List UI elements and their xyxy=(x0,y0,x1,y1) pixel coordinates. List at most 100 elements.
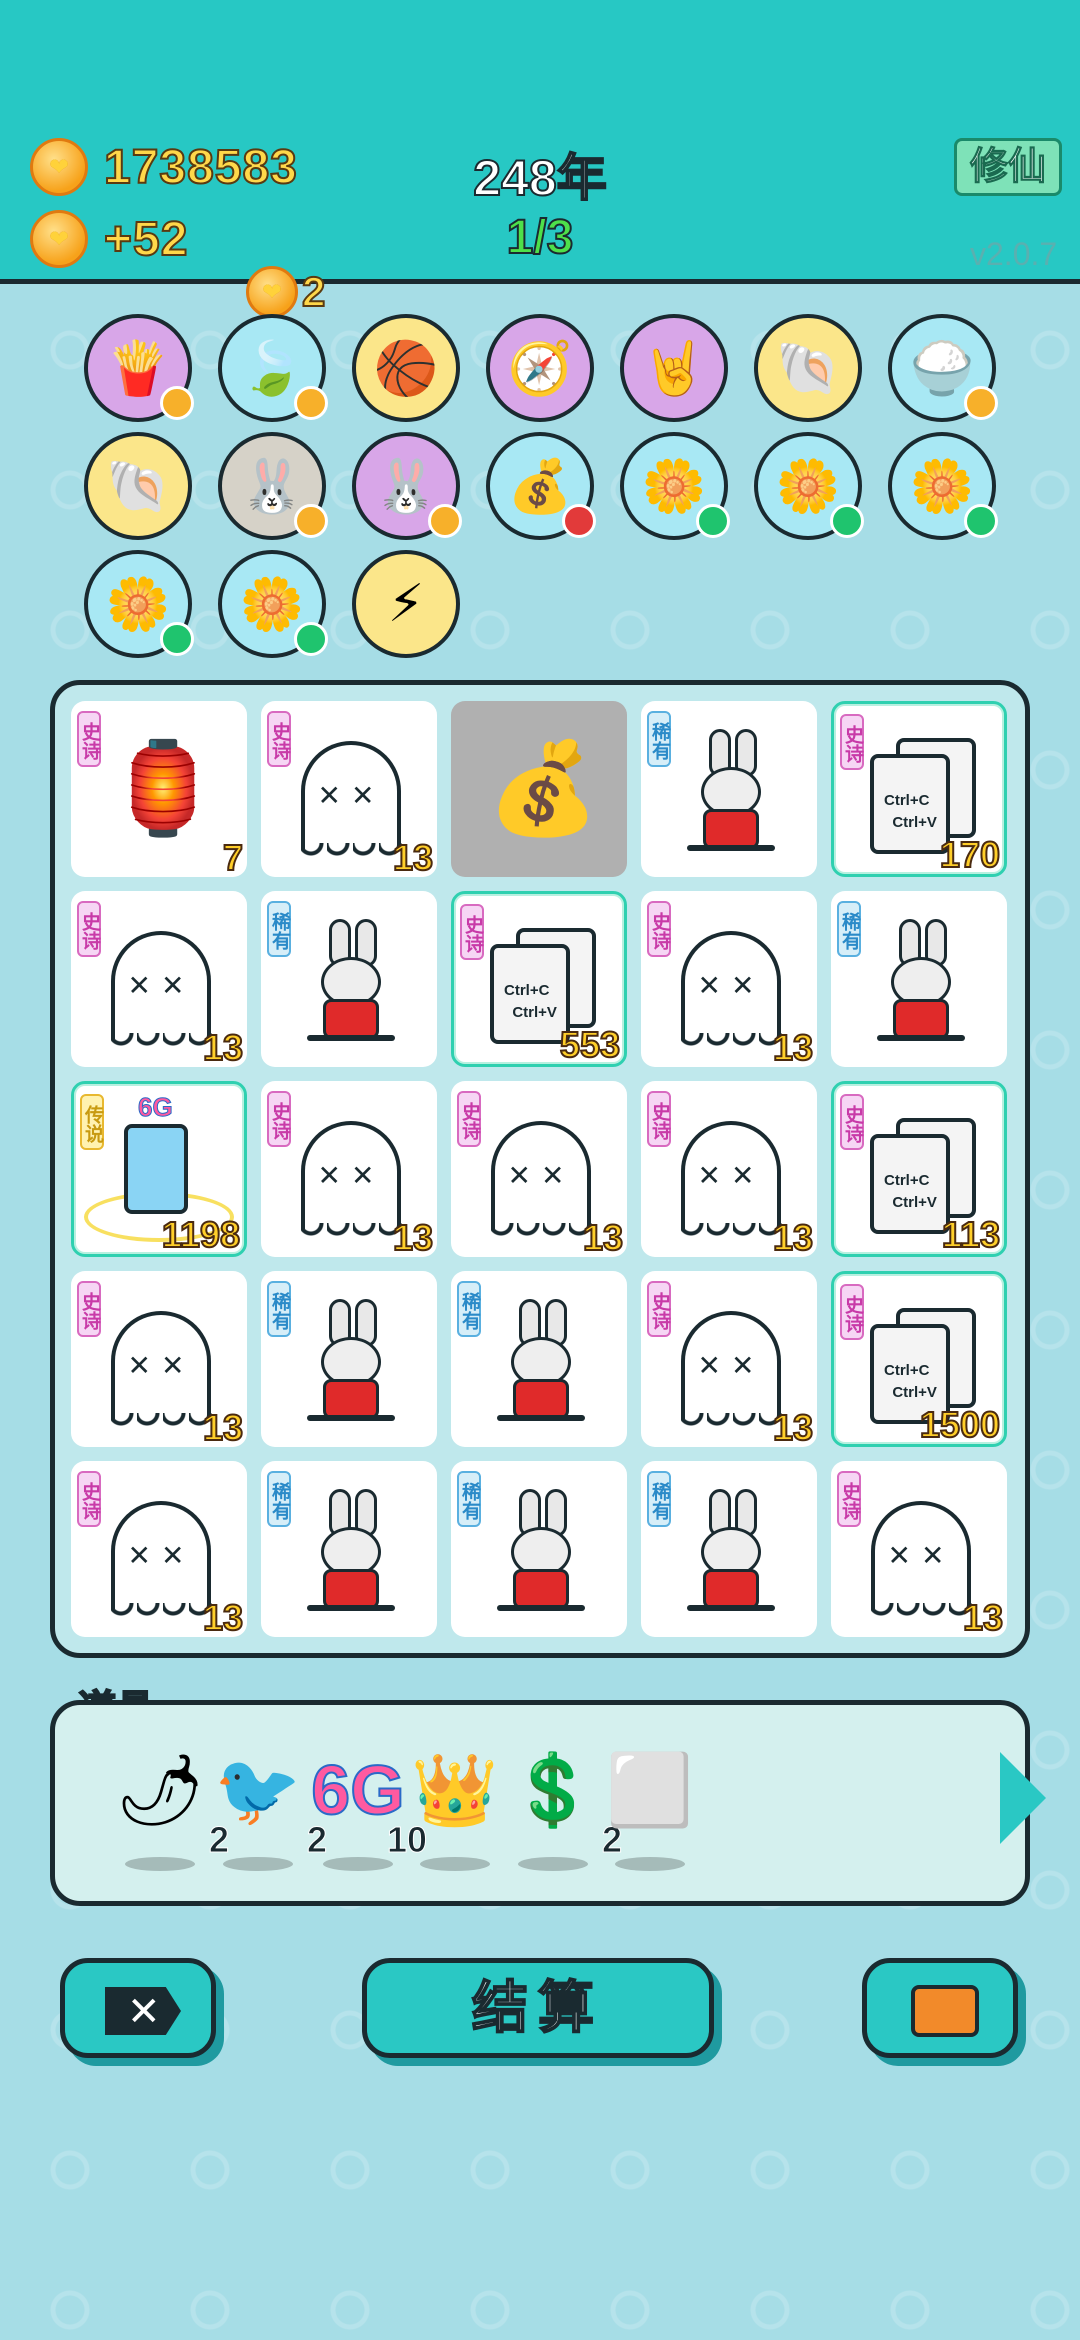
rarity-tag: 史诗 xyxy=(647,1281,671,1337)
copy-label: Ctrl+C xyxy=(884,1362,930,1379)
board-tile-ghost[interactable]: ✕✕ 史诗 13 xyxy=(831,1461,1007,1639)
rarity-tag: 稀有 xyxy=(267,1281,291,1337)
ghost-icon: ✕✕ xyxy=(301,741,405,859)
tile-value: 13 xyxy=(772,1026,814,1069)
potted-flower-icon[interactable]: 🌼 xyxy=(620,432,730,540)
tile-value: 1500 xyxy=(919,1403,1001,1446)
board-tile-copy-paste[interactable]: Ctrl+C Ctrl+V 史诗 1500 xyxy=(831,1271,1007,1447)
tile-value: 1198 xyxy=(161,1213,241,1256)
tile-value: 13 xyxy=(202,1406,244,1449)
props-next-arrow-icon[interactable] xyxy=(1000,1752,1046,1844)
tile-value: 170 xyxy=(939,833,1001,876)
close-button[interactable]: ✕ xyxy=(60,1958,216,2058)
board-tile-copy-paste[interactable]: Ctrl+C Ctrl+V 史诗 170 xyxy=(831,701,1007,877)
frame-icon: ⬜ xyxy=(606,1751,694,1829)
ghost-icon: ✕✕ xyxy=(491,1121,595,1239)
board-tile-fridge[interactable]: 6G 传说 1198 xyxy=(71,1081,247,1257)
rarity-tag: 史诗 xyxy=(267,711,291,767)
board-tile-rabbit[interactable]: 稀有 xyxy=(261,1271,437,1447)
potted-flower-icon[interactable]: 🌼 xyxy=(84,550,194,658)
tile-value: 13 xyxy=(772,1216,814,1259)
board-tile-ghost[interactable]: ✕✕ 史诗 13 xyxy=(641,891,817,1069)
basketballs-icon[interactable]: 🏀 xyxy=(352,314,460,422)
tile-value: 13 xyxy=(392,836,434,879)
board-tile-rabbit[interactable]: 稀有 xyxy=(641,701,817,877)
shell-icon[interactable]: 🐚 xyxy=(754,314,862,422)
dollar-coin-icon: 💲 xyxy=(509,1751,597,1829)
rarity-tag: 史诗 xyxy=(837,1471,861,1527)
rarity-tag: 稀有 xyxy=(837,901,861,957)
prop-item[interactable]: 🐦 2 xyxy=(203,1745,328,1875)
xiuxian-button[interactable]: 修仙 xyxy=(954,138,1062,196)
coin-total: 1738583 xyxy=(103,140,298,195)
board-tile-rabbit[interactable]: 稀有 xyxy=(641,1461,817,1637)
tile-value: 13 xyxy=(582,1216,624,1259)
item-glyph: 🏀 xyxy=(373,339,439,398)
rock-hand-icon[interactable]: 🤘 xyxy=(620,314,728,422)
inventory-bag-button[interactable] xyxy=(862,1958,1018,2058)
rabbit-icon xyxy=(681,729,781,859)
board-tile-rabbit[interactable]: 稀有 xyxy=(451,1461,627,1637)
round-counter: 1/3 xyxy=(506,210,575,265)
board-tile-ghost[interactable]: ✕✕ 史诗 13 xyxy=(261,1081,437,1259)
rabbit-icon[interactable]: 🐰 xyxy=(218,432,328,540)
board-tile-rabbit[interactable]: 稀有 xyxy=(261,1461,437,1637)
item-glyph: 🌼 xyxy=(909,457,975,516)
board-tile-ghost[interactable]: ✕✕ 史诗 13 xyxy=(451,1081,627,1259)
rabbit-icon xyxy=(301,1489,401,1619)
potted-flower-icon[interactable]: 🌼 xyxy=(888,432,998,540)
chili-icon: 🌶 xyxy=(115,1751,205,1829)
shell-icon[interactable]: 🐚 xyxy=(84,432,192,540)
board-tile-ghost[interactable]: ✕✕ 史诗 13 xyxy=(261,701,437,879)
prop-item[interactable]: 6G 10 xyxy=(303,1745,428,1875)
item-glyph: 🐰 xyxy=(373,457,439,516)
board-tile-rabbit[interactable]: 稀有 xyxy=(451,1271,627,1447)
item-glyph: 🐰 xyxy=(239,457,305,516)
paste-label: Ctrl+V xyxy=(892,814,937,831)
bird-icon: 🐦 xyxy=(214,1751,302,1829)
board-tile-rabbit[interactable]: 稀有 xyxy=(261,891,437,1067)
board-tile-ghost[interactable]: ✕✕ 史诗 13 xyxy=(71,1271,247,1449)
item-glyph: 💰 xyxy=(507,457,573,516)
prop-item[interactable]: 💲 2 xyxy=(498,1745,623,1875)
paste-label: Ctrl+V xyxy=(892,1194,937,1211)
cost-coin-icon xyxy=(246,266,298,318)
rice-bowl-icon[interactable]: 🍚 xyxy=(888,314,998,422)
money-bag-icon[interactable]: 💰 xyxy=(486,432,596,540)
board-tile-ghost[interactable]: ✕✕ 史诗 13 xyxy=(641,1271,817,1449)
board-tile-ghost[interactable]: ✕✕ 史诗 13 xyxy=(71,891,247,1069)
board-tile-rabbit-house[interactable]: 🏮 史诗 7 xyxy=(71,701,247,879)
board-tile-ghost[interactable]: ✕✕ 史诗 13 xyxy=(71,1461,247,1639)
rarity-tag: 史诗 xyxy=(840,714,864,770)
settle-button[interactable]: 结算 xyxy=(362,1958,714,2058)
prop-item[interactable]: ⬜ xyxy=(595,1745,705,1875)
potted-flower-icon[interactable]: 🌼 xyxy=(754,432,864,540)
item-glyph: 🌼 xyxy=(105,575,171,634)
board-tile-copy-paste[interactable]: Ctrl+C Ctrl+V 史诗 113 xyxy=(831,1081,1007,1257)
board-tile-coin-pile[interactable]: 💰 xyxy=(451,701,627,877)
potted-flower-icon[interactable]: 🌼 xyxy=(218,550,328,658)
tile-value: 113 xyxy=(941,1213,1001,1256)
paste-label: Ctrl+V xyxy=(892,1384,937,1401)
board-tile-copy-paste[interactable]: Ctrl+C Ctrl+V 史诗 553 xyxy=(451,891,627,1067)
ghost-icon: ✕✕ xyxy=(681,931,785,1049)
tile-value: 553 xyxy=(559,1023,621,1066)
gold-coin-icon xyxy=(30,210,88,268)
rarity-tag: 传说 xyxy=(80,1094,104,1150)
ghost-icon: ✕✕ xyxy=(111,1501,215,1619)
item-glyph: 🌼 xyxy=(641,457,707,516)
prop-item[interactable]: 👑 xyxy=(400,1745,510,1875)
leaf-icon[interactable]: 🍃 xyxy=(218,314,328,422)
rarity-tag: 史诗 xyxy=(267,1091,291,1147)
item-glyph: 🐚 xyxy=(775,339,841,398)
prop-item[interactable]: 🌶 2 xyxy=(105,1745,230,1875)
compass-icon[interactable]: 🧭 xyxy=(486,314,594,422)
board-tile-ghost[interactable]: ✕✕ 史诗 13 xyxy=(641,1081,817,1259)
board-tile-rabbit[interactable]: 稀有 xyxy=(831,891,1007,1067)
tile-value: 13 xyxy=(962,1596,1004,1639)
ghost-icon: ✕✕ xyxy=(681,1121,785,1239)
french-fries-icon[interactable]: 🍟 xyxy=(84,314,194,422)
lightning-icon[interactable]: ⚡ xyxy=(352,550,460,658)
status-badge-icon xyxy=(160,622,194,656)
rabbit-icon[interactable]: 🐰 xyxy=(352,432,462,540)
